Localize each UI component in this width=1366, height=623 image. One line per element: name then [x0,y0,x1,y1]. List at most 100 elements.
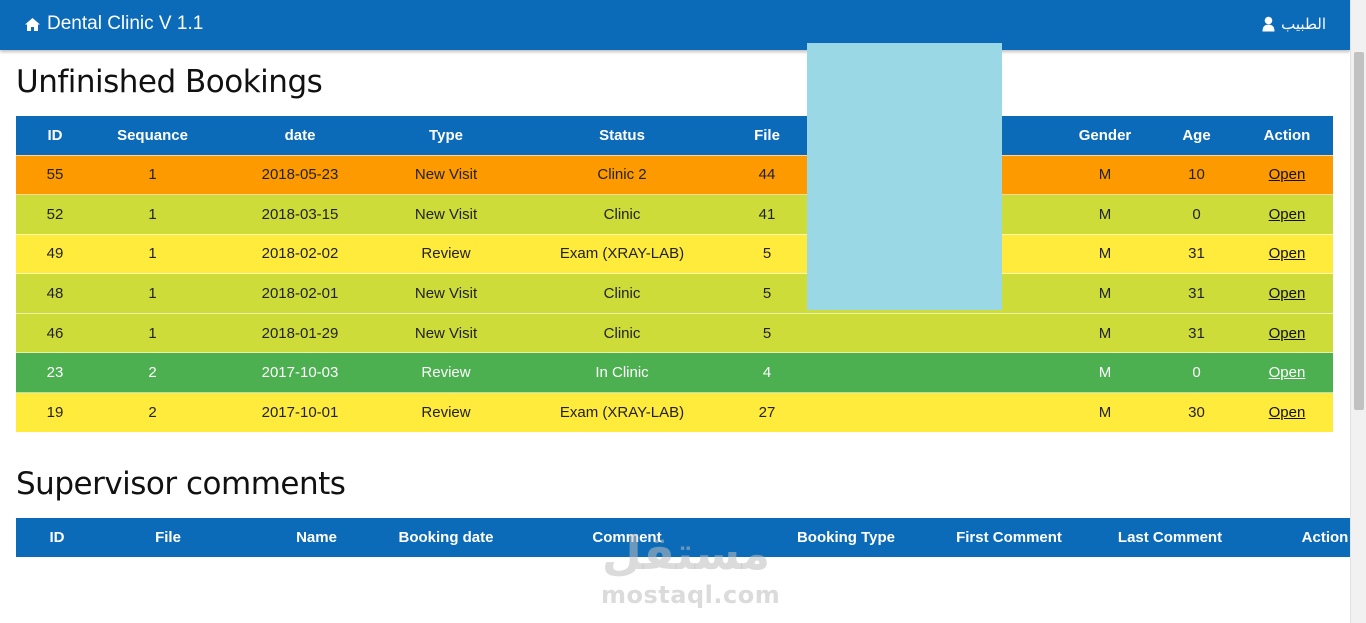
open-link[interactable]: Open [1269,364,1306,381]
cell-status: In Clinic [503,352,741,393]
open-link[interactable]: Open [1269,206,1306,223]
cell-sequence: 1 [94,273,211,314]
cell-age: 0 [1152,352,1241,393]
scrollbar-thumb[interactable] [1354,52,1364,410]
col-first-comment[interactable]: First Comment [935,518,1083,557]
cell-age: 31 [1152,312,1241,353]
cell-date: 2018-02-01 [211,273,389,314]
col-action: Action [1241,116,1333,155]
table-row: 48 1 2018-02-01 New Visit Clinic 5 M 31 Open [16,273,1333,314]
cell-gender: M [1058,194,1152,235]
cell-action: Open [1241,312,1333,353]
cell-date: 2018-02-02 [211,233,389,274]
col-comment[interactable]: Comment [497,518,757,557]
cell-sequence: 2 [94,392,211,433]
cell-sequence: 1 [94,233,211,274]
cell-gender: M [1058,154,1152,195]
cell-sequence: 1 [94,194,211,235]
cell-file: 5 [741,233,793,274]
cell-type: New Visit [389,273,503,314]
cell-gender: M [1058,392,1152,433]
open-link[interactable]: Open [1269,404,1306,421]
cell-type: New Visit [389,194,503,235]
cell-id: 48 [16,273,94,314]
cell-file: 41 [741,194,793,235]
cell-action: Open [1241,352,1333,393]
cell-id: 52 [16,194,94,235]
cell-name [793,352,1058,393]
table-row: 52 1 2018-03-15 New Visit Clinic 41 M 0 Open [16,194,1333,235]
table-row: 46 1 2018-01-29 New Visit Clinic 5 M 31 Open [16,312,1333,353]
table-row: 19 2 2017-10-01 Review Exam (XRAY-LAB) 27 M 30 O… [16,392,1333,433]
cell-date: 2018-03-15 [211,194,389,235]
user-icon [1262,16,1275,32]
col-sequence[interactable]: Sequance [94,116,211,155]
col-id[interactable]: ID [16,518,98,557]
open-link[interactable]: Open [1269,166,1306,183]
vertical-scrollbar[interactable] [1350,0,1366,623]
cell-name [793,392,1058,433]
cell-id: 55 [16,154,94,195]
cell-status: Clinic [503,273,741,314]
cell-age: 31 [1152,233,1241,274]
comments-header-row: ID File Name Booking date Comment Bookin… [16,518,1366,557]
col-last-comment[interactable]: Last Comment [1083,518,1257,557]
table-row: 23 2 2017-10-03 Review In Clinic 4 M 0 Open [16,352,1333,393]
cell-date: 2017-10-03 [211,352,389,393]
watermark-latin: mostaql.com [601,581,781,609]
cell-status: Clinic 2 [503,154,741,195]
open-link[interactable]: Open [1269,325,1306,342]
cell-date: 2018-01-29 [211,312,389,353]
unfinished-bookings-heading: Unfinished Bookings [16,64,323,100]
cell-file: 5 [741,273,793,314]
col-status[interactable]: Status [503,116,741,155]
cell-file: 27 [741,392,793,433]
redacted-name-block [807,43,1002,310]
user-label: الطبيب [1281,16,1326,33]
user-menu[interactable]: الطبيب [1262,15,1326,33]
cell-type: Review [389,352,503,393]
cell-type: New Visit [389,154,503,195]
cell-sequence: 2 [94,352,211,393]
cell-type: Review [389,233,503,274]
col-age[interactable]: Age [1152,116,1241,155]
col-file[interactable]: File [741,116,793,155]
col-name[interactable]: Name [238,518,395,557]
col-booking-date[interactable]: Booking date [395,518,497,557]
table-row: 49 1 2018-02-02 Review Exam (XRAY-LAB) 5 M 31 Op… [16,233,1333,274]
cell-status: Clinic [503,312,741,353]
table-row: 55 1 2018-05-23 New Visit Clinic 2 44 M 10 Open [16,154,1333,195]
open-link[interactable]: Open [1269,285,1306,302]
app-title: Dental Clinic V 1.1 [47,13,204,34]
cell-date: 2018-05-23 [211,154,389,195]
col-date[interactable]: date [211,116,389,155]
home-icon [25,17,40,31]
col-gender[interactable]: Gender [1058,116,1152,155]
cell-gender: M [1058,233,1152,274]
cell-type: Review [389,392,503,433]
cell-status: Exam (XRAY-LAB) [503,233,741,274]
col-file[interactable]: File [98,518,238,557]
cell-gender: M [1058,352,1152,393]
cell-date: 2017-10-01 [211,392,389,433]
cell-id: 19 [16,392,94,433]
col-id[interactable]: ID [16,116,94,155]
cell-gender: M [1058,312,1152,353]
brand-link[interactable]: Dental Clinic V 1.1 [24,13,203,35]
cell-action: Open [1241,154,1333,195]
cell-action: Open [1241,233,1333,274]
cell-action: Open [1241,273,1333,314]
cell-status: Exam (XRAY-LAB) [503,392,741,433]
cell-gender: M [1058,273,1152,314]
cell-sequence: 1 [94,312,211,353]
cell-id: 23 [16,352,94,393]
cell-age: 0 [1152,194,1241,235]
cell-age: 30 [1152,392,1241,433]
top-navbar: Dental Clinic V 1.1 الطبيب [0,0,1350,50]
col-booking-type[interactable]: Booking Type [757,518,935,557]
col-type[interactable]: Type [389,116,503,155]
cell-age: 10 [1152,154,1241,195]
cell-age: 31 [1152,273,1241,314]
open-link[interactable]: Open [1269,245,1306,262]
cell-name [793,312,1058,353]
